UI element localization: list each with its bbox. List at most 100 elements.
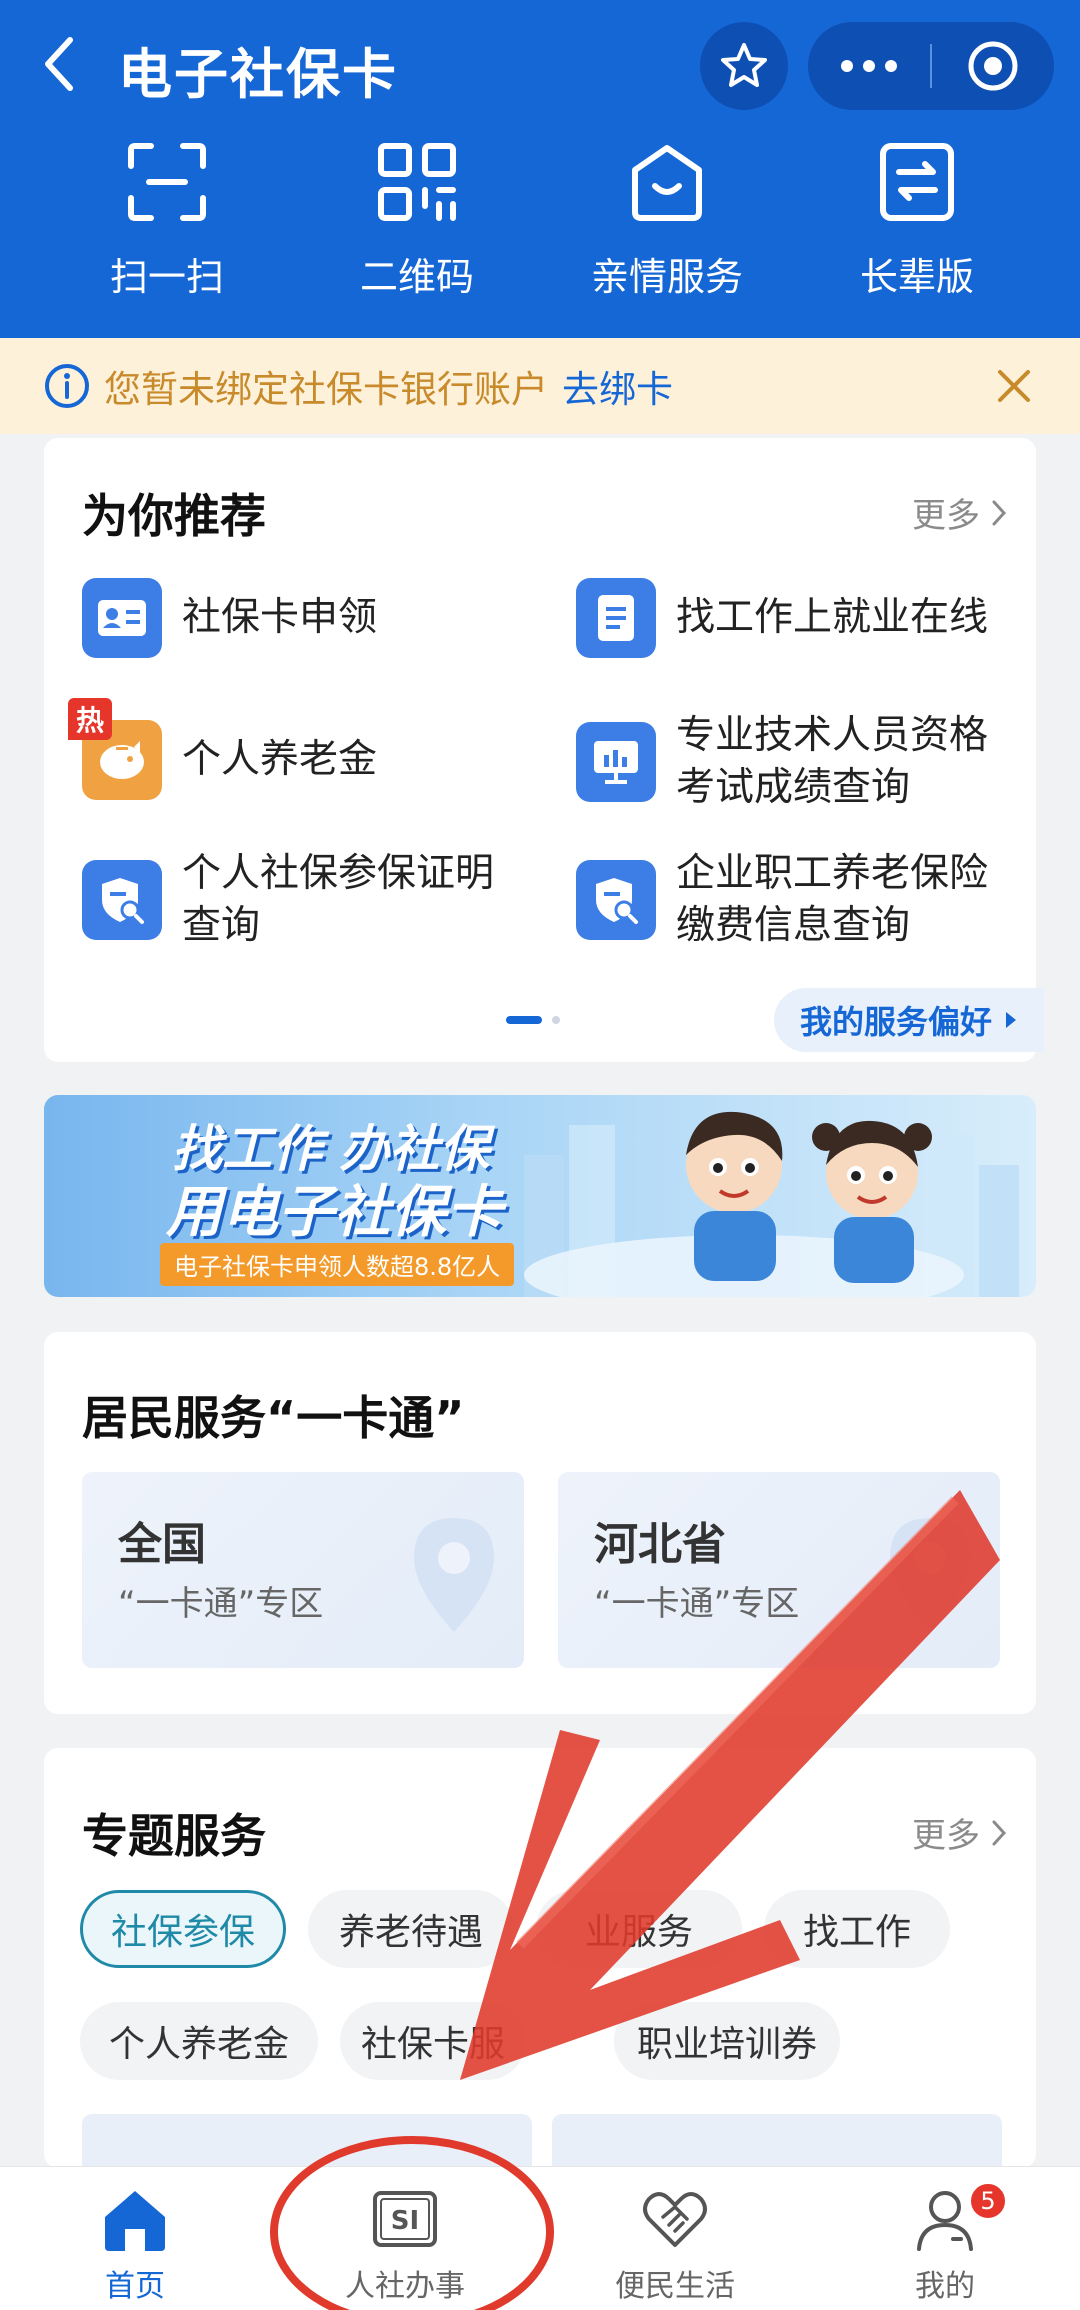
service-label-line1: 个人社保参保证明 bbox=[182, 851, 495, 896]
recommend-card: 为你推荐 更多 社保卡申领 找工作上就业在线 热 个人养老金 专业技术人员资格 … bbox=[44, 438, 1044, 1062]
quick-action-label: 亲情服务 bbox=[590, 255, 743, 299]
topic-services-card: 专题服务 更多 社保参保 养老待遇 业服务 找工作 个人养老金 社保卡服 职业培… bbox=[44, 1748, 1036, 2174]
tab-hr-affairs[interactable]: SI 人社办事 bbox=[270, 2167, 540, 2310]
tab-label: 人社办事 bbox=[345, 2269, 465, 2304]
service-preference-button[interactable]: 我的服务偏好 bbox=[773, 988, 1044, 1052]
service-label: 找工作上就业在线 bbox=[676, 595, 989, 640]
chevron-left-icon bbox=[45, 37, 73, 91]
family-service-icon bbox=[632, 145, 702, 221]
tab-home[interactable]: 首页 bbox=[0, 2167, 270, 2310]
more-menu-button[interactable] bbox=[808, 22, 930, 110]
handshake-icon bbox=[643, 2192, 707, 2247]
presentation-icon bbox=[576, 722, 656, 802]
topic-more-link[interactable]: 更多 bbox=[912, 1808, 1008, 1857]
preference-label: 我的服务偏好 bbox=[799, 1003, 992, 1041]
service-label: 社保卡申领 bbox=[182, 595, 378, 640]
page-dot bbox=[552, 1016, 560, 1024]
service-social-card-apply[interactable]: 社保卡申领 bbox=[82, 578, 377, 658]
quick-action-label: 二维码 bbox=[359, 255, 474, 299]
quick-action-label: 扫一扫 bbox=[109, 255, 224, 299]
tab-mine[interactable]: 5 我的 bbox=[810, 2167, 1080, 2310]
service-label-line1: 企业职工养老保险 bbox=[676, 851, 989, 896]
service-label-line2: 考试成绩查询 bbox=[676, 765, 911, 810]
info-icon bbox=[45, 364, 89, 408]
notification-badge: 5 bbox=[968, 2181, 1008, 2221]
qrcode-icon bbox=[378, 143, 456, 221]
star-icon bbox=[721, 43, 767, 87]
service-label-line2: 缴费信息查询 bbox=[676, 903, 911, 948]
id-card-icon bbox=[82, 578, 162, 658]
quick-action-elder[interactable]: 长辈版 bbox=[792, 140, 1042, 310]
region-name: 河北省 bbox=[594, 1519, 726, 1570]
region-national[interactable]: 全国 “一卡通”专区 bbox=[82, 1472, 524, 1668]
region-subtitle: “一卡通”专区 bbox=[594, 1584, 800, 1624]
quick-action-scan[interactable]: 扫一扫 bbox=[42, 140, 292, 310]
document-icon bbox=[576, 578, 656, 658]
topic-subcard[interactable] bbox=[82, 2114, 532, 2174]
close-icon[interactable] bbox=[996, 368, 1032, 404]
topic-chip-social-insurance[interactable]: 社保参保 bbox=[80, 1890, 286, 1968]
svg-text:SI: SI bbox=[391, 2206, 419, 2236]
home-icon bbox=[105, 2191, 165, 2251]
mini-program-capsule bbox=[808, 22, 1054, 110]
back-button[interactable] bbox=[36, 34, 86, 94]
service-label-line1: 专业技术人员资格 bbox=[676, 713, 989, 758]
topic-subcard[interactable] bbox=[552, 2114, 1002, 2174]
close-mini-program-button[interactable] bbox=[932, 22, 1054, 110]
region-name: 全国 bbox=[118, 1519, 206, 1570]
topic-chip-card-service[interactable]: 社保卡服 bbox=[340, 2002, 526, 2080]
favorite-button[interactable] bbox=[700, 22, 788, 110]
service-label-line2: 查询 bbox=[182, 903, 261, 948]
location-pin-icon bbox=[890, 1518, 970, 1632]
service-pension-payment-query[interactable]: 企业职工养老保险 缴费信息查询 bbox=[576, 848, 988, 952]
target-close-icon bbox=[968, 41, 1018, 91]
caret-right-icon bbox=[1006, 1012, 1016, 1028]
service-job-online[interactable]: 找工作上就业在线 bbox=[576, 578, 988, 658]
page-dot-active bbox=[506, 1016, 542, 1024]
tab-label: 首页 bbox=[105, 2269, 165, 2304]
promo-banner[interactable]: 找工作 办社保 用电子社保卡 电子社保卡申领人数超8.8亿人 bbox=[44, 1095, 1036, 1297]
banner-headline-2: 用电子社保卡 bbox=[166, 1180, 502, 1245]
quick-action-label: 长辈版 bbox=[859, 255, 974, 299]
service-label: 个人养老金 bbox=[182, 737, 378, 782]
quick-action-family[interactable]: 亲情服务 bbox=[542, 140, 792, 310]
topic-chip-find-job[interactable]: 找工作 bbox=[764, 1890, 950, 1968]
shield-search-icon bbox=[576, 860, 656, 940]
resident-title: 居民服务“一卡通” bbox=[82, 1391, 465, 1445]
shield-search-icon bbox=[82, 860, 162, 940]
topic-chip-pension[interactable]: 养老待遇 bbox=[308, 1890, 514, 1968]
tab-convenience[interactable]: 便民生活 bbox=[540, 2167, 810, 2310]
topic-chip-employment[interactable]: 业服务 bbox=[536, 1890, 742, 1968]
tab-label: 便民生活 bbox=[615, 2269, 735, 2304]
more-label: 更多 bbox=[912, 1816, 980, 1856]
chevron-right-icon bbox=[992, 1820, 1007, 1845]
location-pin-icon bbox=[414, 1518, 494, 1632]
more-dots-icon bbox=[841, 60, 897, 72]
region-hebei[interactable]: 河北省 “一卡通”专区 bbox=[558, 1472, 1000, 1668]
app-header: 电子社保卡 扫一扫 二维码 亲情服务 长辈版 bbox=[0, 0, 1080, 338]
hot-badge: 热 bbox=[68, 698, 112, 740]
bind-card-link[interactable]: 去绑卡 bbox=[562, 359, 673, 413]
bind-card-notice: 您暂未绑定社保卡银行账户 去绑卡 bbox=[0, 338, 1080, 434]
service-insured-certificate-query[interactable]: 个人社保参保证明 查询 bbox=[82, 848, 494, 952]
service-label-multiline: 个人社保参保证明 查询 bbox=[162, 848, 494, 952]
si-icon: SI bbox=[373, 2191, 437, 2247]
recommend-more-link[interactable]: 更多 bbox=[912, 488, 1008, 537]
topic-chip-training-voucher[interactable]: 职业培训券 bbox=[614, 2002, 840, 2080]
recommend-title: 为你推荐 bbox=[82, 489, 266, 543]
topic-chip-personal-pension[interactable]: 个人养老金 bbox=[80, 2002, 318, 2080]
banner-subtext: 电子社保卡申领人数超8.8亿人 bbox=[160, 1243, 515, 1286]
tab-label: 我的 bbox=[915, 2269, 975, 2304]
resident-service-card: 居民服务“一卡通” 全国 “一卡通”专区 河北省 “一卡通”专区 bbox=[44, 1332, 1036, 1714]
chevron-right-icon bbox=[992, 500, 1007, 525]
page-indicator bbox=[506, 1016, 560, 1024]
service-personal-pension[interactable]: 热 个人养老金 bbox=[68, 698, 378, 800]
scan-icon bbox=[128, 143, 206, 221]
service-exam-score-query[interactable]: 专业技术人员资格 考试成绩查询 bbox=[576, 710, 988, 814]
quick-actions: 扫一扫 二维码 亲情服务 长辈版 bbox=[0, 140, 1080, 310]
quick-action-qrcode[interactable]: 二维码 bbox=[292, 140, 542, 310]
service-label-multiline: 专业技术人员资格 考试成绩查询 bbox=[656, 710, 988, 814]
page-title: 电子社保卡 bbox=[118, 43, 398, 106]
topic-title: 专题服务 bbox=[82, 1809, 266, 1863]
piggy-bank-icon: 热 bbox=[68, 698, 162, 800]
